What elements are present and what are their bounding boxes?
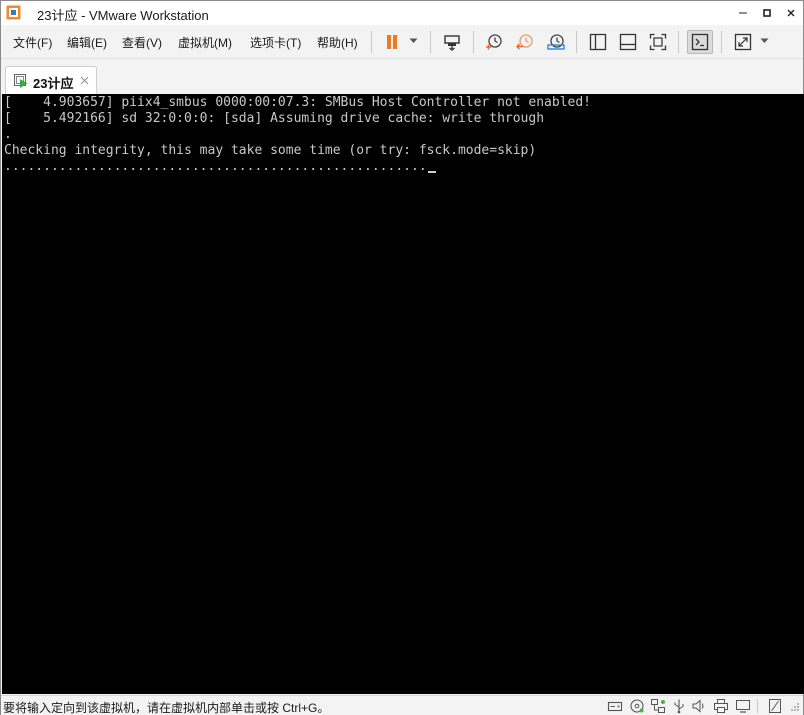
menu-file[interactable]: 文件(F) (13, 34, 52, 51)
hard-disk-icon[interactable] (607, 698, 623, 714)
tab-close-button[interactable] (80, 71, 89, 88)
vm-running-icon (14, 74, 28, 88)
close-icon (787, 9, 795, 17)
fullscreen-button[interactable] (645, 30, 671, 54)
toolbar-separator (721, 31, 722, 53)
stretch-view-icon (734, 33, 752, 51)
vmware-app-icon (6, 5, 21, 20)
minimize-icon (739, 12, 747, 14)
menu-help[interactable]: 帮助(H) (317, 34, 358, 51)
console-view-icon (691, 33, 709, 51)
title-bar: 23计应 - VMware Workstation (1, 1, 803, 25)
snapshot-revert-button[interactable] (512, 30, 538, 54)
text-cursor (427, 171, 436, 173)
network-icon[interactable] (650, 698, 666, 714)
vmware-window: 23计应 - VMware Workstation 文件(F) 编辑(E) 查看… (0, 0, 804, 715)
send-ctrl-alt-del-icon (444, 35, 460, 51)
console-progress-line: ........................................… (4, 159, 436, 175)
menu-edit[interactable]: 编辑(E) (67, 34, 107, 51)
display-icon[interactable] (735, 698, 751, 714)
statusbar-separator (757, 699, 758, 713)
fullscreen-icon (649, 33, 667, 51)
minimize-button[interactable] (731, 1, 755, 25)
power-dropdown[interactable] (407, 34, 419, 48)
maximize-button[interactable] (755, 1, 779, 25)
console-progress-dots: ........................................… (4, 159, 427, 174)
toolbar-separator (473, 31, 474, 53)
cd-dvd-icon[interactable] (629, 698, 645, 714)
snapshot-take-button[interactable] (481, 30, 507, 54)
chevron-down-icon (409, 38, 417, 43)
toolbar-separator (371, 31, 372, 53)
menu-vm[interactable]: 虚拟机(M) (178, 34, 232, 51)
send-ctrl-alt-del-button[interactable] (439, 30, 465, 54)
chevron-down-icon (760, 38, 768, 43)
snapshot-manager-button[interactable] (543, 30, 569, 54)
close-icon (80, 76, 89, 85)
library-view-button[interactable] (585, 30, 611, 54)
status-bar: 要将输入定向到该虚拟机，请在虚拟机内部单击或按 Ctrl+G。 (1, 695, 803, 715)
usb-icon[interactable] (671, 698, 687, 714)
snapshot-take-icon (486, 34, 502, 50)
sound-icon[interactable] (691, 698, 707, 714)
pause-icon (387, 35, 397, 49)
printer-icon[interactable] (713, 698, 729, 714)
resize-grip-icon[interactable] (786, 698, 802, 714)
pause-button[interactable] (379, 30, 405, 54)
console-line: Checking integrity, this may take some t… (4, 143, 537, 158)
maximize-icon (763, 9, 771, 17)
stretch-view-button[interactable] (730, 30, 756, 54)
thumbnail-view-button[interactable] (615, 30, 641, 54)
library-view-icon (589, 33, 607, 51)
menu-tabs[interactable]: 选项卡(T) (250, 34, 301, 51)
menu-view[interactable]: 查看(V) (122, 34, 162, 51)
message-log-icon[interactable] (767, 698, 783, 714)
close-button[interactable] (779, 1, 803, 25)
console-view-button[interactable] (687, 30, 713, 54)
snapshot-manager-icon (547, 34, 565, 50)
stretch-view-dropdown[interactable] (758, 34, 770, 48)
window-title: 23计应 - VMware Workstation (37, 8, 209, 23)
console-line: [ 5.492166] sd 32:0:0:0: [sda] Assuming … (4, 111, 545, 126)
menu-toolbar: 文件(F) 编辑(E) 查看(V) 虚拟机(M) 选项卡(T) 帮助(H) (1, 25, 803, 59)
console-line: . (4, 127, 12, 142)
thumbnail-view-icon (619, 33, 637, 51)
status-message: 要将输入定向到该虚拟机，请在虚拟机内部单击或按 Ctrl+G。 (3, 701, 330, 715)
toolbar-separator (576, 31, 577, 53)
snapshot-revert-icon (516, 34, 533, 50)
console-line: [ 4.903657] piix4_smbus 0000:00:07.3: SM… (4, 95, 591, 110)
vm-console[interactable]: [ 4.903657] piix4_smbus 0000:00:07.3: SM… (2, 94, 804, 694)
toolbar-separator (678, 31, 679, 53)
tab-vm[interactable]: 23计应 (5, 66, 97, 94)
tab-strip: 23计应 (1, 59, 803, 94)
toolbar-separator (430, 31, 431, 53)
tab-label: 23计应 (33, 76, 74, 91)
